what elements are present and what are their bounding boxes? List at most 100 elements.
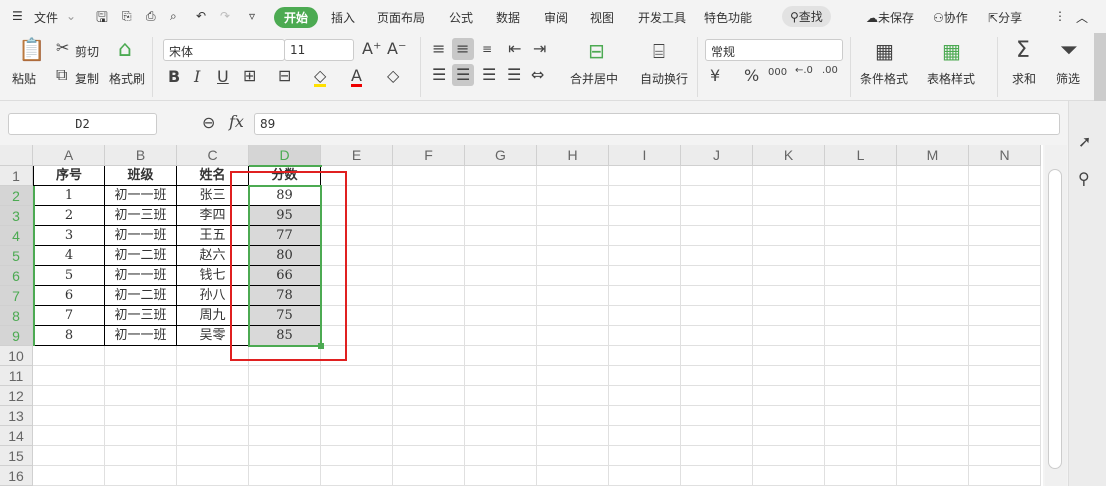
table-cell[interactable]: 8 xyxy=(33,326,105,346)
empty-cell[interactable] xyxy=(321,466,393,486)
empty-cell[interactable] xyxy=(321,366,393,386)
empty-cell[interactable] xyxy=(105,366,177,386)
empty-cell[interactable] xyxy=(537,326,609,346)
empty-cell[interactable] xyxy=(249,466,321,486)
empty-cell[interactable] xyxy=(393,406,465,426)
font-size-select[interactable]: 11 xyxy=(284,39,354,61)
empty-cell[interactable] xyxy=(33,426,105,446)
sum-button[interactable]: 求和 xyxy=(1012,70,1036,87)
empty-cell[interactable] xyxy=(897,366,969,386)
empty-cell[interactable] xyxy=(465,206,537,226)
empty-cell[interactable] xyxy=(753,346,825,366)
empty-cell[interactable] xyxy=(465,166,537,186)
empty-cell[interactable] xyxy=(465,386,537,406)
empty-cell[interactable] xyxy=(537,446,609,466)
empty-cell[interactable] xyxy=(393,306,465,326)
tab-data[interactable]: 数据 xyxy=(496,9,520,26)
select-all-corner[interactable] xyxy=(0,145,33,166)
empty-cell[interactable] xyxy=(753,226,825,246)
empty-cell[interactable] xyxy=(609,226,681,246)
table-cell[interactable]: 5 xyxy=(33,266,105,286)
table-cell[interactable]: 序号 xyxy=(33,166,105,186)
empty-cell[interactable] xyxy=(249,426,321,446)
empty-cell[interactable] xyxy=(969,186,1041,206)
empty-cell[interactable] xyxy=(105,346,177,366)
column-header-E[interactable]: E xyxy=(321,145,393,166)
table-cell[interactable]: 初一二班 xyxy=(105,246,177,266)
column-header-C[interactable]: C xyxy=(177,145,249,166)
underline-icon[interactable]: U xyxy=(217,69,229,85)
format-painter-icon[interactable]: ⌂ xyxy=(118,39,132,61)
decrease-decimal-icon[interactable]: .00 xyxy=(822,66,838,76)
empty-cell[interactable] xyxy=(609,326,681,346)
copy-button[interactable]: 复制 xyxy=(75,70,99,87)
row-header-1[interactable]: 1 xyxy=(0,166,33,186)
hamburger-icon[interactable]: ☰ xyxy=(12,9,23,23)
empty-cell[interactable] xyxy=(753,206,825,226)
empty-cell[interactable] xyxy=(537,286,609,306)
empty-cell[interactable] xyxy=(825,426,897,446)
collapse-ribbon-icon[interactable]: ︿ xyxy=(1076,9,1088,26)
column-header-B[interactable]: B xyxy=(105,145,177,166)
empty-cell[interactable] xyxy=(537,426,609,446)
row-header-2[interactable]: 2 xyxy=(0,186,33,206)
empty-cell[interactable] xyxy=(465,426,537,446)
table-cell[interactable]: 2 xyxy=(33,206,105,226)
fx-icon[interactable]: fx xyxy=(229,114,244,130)
empty-cell[interactable] xyxy=(393,206,465,226)
filter-icon[interactable]: ⏷ xyxy=(1060,40,1078,62)
empty-cell[interactable] xyxy=(393,346,465,366)
row-header-6[interactable]: 6 xyxy=(0,266,33,286)
empty-cell[interactable] xyxy=(609,186,681,206)
empty-cell[interactable] xyxy=(825,446,897,466)
filter-button[interactable]: 筛选 xyxy=(1056,70,1080,87)
number-format-select[interactable]: 常规 xyxy=(705,39,843,61)
row-header-8[interactable]: 8 xyxy=(0,306,33,326)
table-cell[interactable]: 初一一班 xyxy=(105,326,177,346)
italic-icon[interactable]: I xyxy=(194,69,200,85)
table-style-button[interactable]: 表格样式 xyxy=(927,70,975,87)
empty-cell[interactable] xyxy=(177,446,249,466)
empty-cell[interactable] xyxy=(393,426,465,446)
table-cell[interactable]: 初一三班 xyxy=(105,306,177,326)
spreadsheet-grid[interactable]: A B C D E F G H I J K L M N 1 2 3 4 5 6 7 8 9 10 11 12 13 14 15 16 序号班… xyxy=(0,145,1043,486)
empty-cell[interactable] xyxy=(681,226,753,246)
empty-cell[interactable] xyxy=(177,426,249,446)
empty-cell[interactable] xyxy=(897,286,969,306)
empty-cell[interactable] xyxy=(609,286,681,306)
empty-cell[interactable] xyxy=(897,266,969,286)
column-header-A[interactable]: A xyxy=(33,145,105,166)
empty-cell[interactable] xyxy=(465,306,537,326)
cursor-icon[interactable]: ➚ xyxy=(1078,134,1091,150)
empty-cell[interactable] xyxy=(681,246,753,266)
empty-cell[interactable] xyxy=(537,406,609,426)
empty-cell[interactable] xyxy=(609,426,681,446)
column-header-J[interactable]: J xyxy=(681,145,753,166)
align-middle-icon[interactable]: ≡ xyxy=(456,41,469,57)
tab-page-layout[interactable]: 页面布局 xyxy=(377,9,425,26)
empty-cell[interactable] xyxy=(897,446,969,466)
empty-cell[interactable] xyxy=(681,266,753,286)
empty-cell[interactable] xyxy=(825,406,897,426)
empty-cell[interactable] xyxy=(897,426,969,446)
cut-button[interactable]: 剪切 xyxy=(75,43,99,60)
empty-cell[interactable] xyxy=(393,326,465,346)
empty-cell[interactable] xyxy=(321,426,393,446)
export-icon[interactable]: ⎘ xyxy=(122,9,132,24)
align-right-icon[interactable]: ☰ xyxy=(482,67,496,83)
empty-cell[interactable] xyxy=(537,206,609,226)
increase-font-icon[interactable]: A⁺ xyxy=(362,41,381,57)
print-icon[interactable]: ⎙ xyxy=(146,9,156,24)
row-header-14[interactable]: 14 xyxy=(0,426,33,446)
column-header-N[interactable]: N xyxy=(969,145,1041,166)
empty-cell[interactable] xyxy=(681,326,753,346)
empty-cell[interactable] xyxy=(825,386,897,406)
empty-cell[interactable] xyxy=(825,266,897,286)
empty-cell[interactable] xyxy=(825,466,897,486)
empty-cell[interactable] xyxy=(969,266,1041,286)
empty-cell[interactable] xyxy=(897,206,969,226)
empty-cell[interactable] xyxy=(609,166,681,186)
thousands-icon[interactable]: 000 xyxy=(768,68,787,78)
increase-decimal-icon[interactable]: ←.0 xyxy=(795,66,813,76)
empty-cell[interactable] xyxy=(33,446,105,466)
